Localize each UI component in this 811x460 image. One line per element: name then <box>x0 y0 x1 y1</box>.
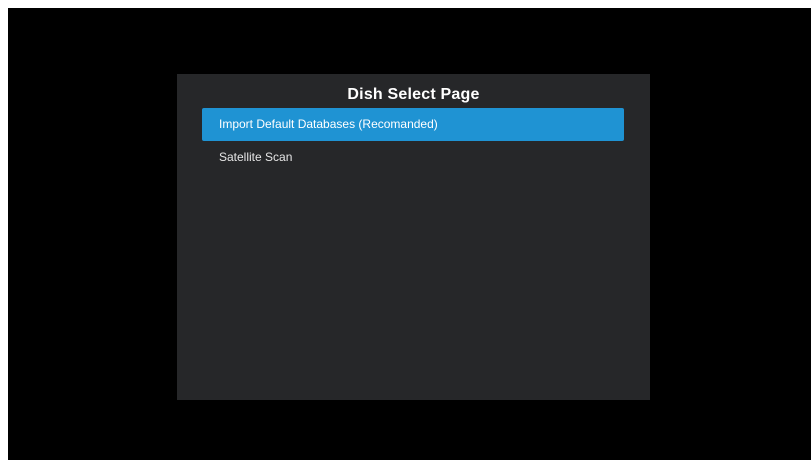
menu-item-satellite-scan[interactable]: Satellite Scan <box>202 141 624 174</box>
menu-item-label: Satellite Scan <box>219 150 293 164</box>
menu-item-import-default-databases[interactable]: Import Default Databases (Recomanded) <box>202 108 624 141</box>
dish-select-dialog: Dish Select Page Import Default Database… <box>177 74 650 400</box>
dish-select-menu: Import Default Databases (Recomanded) Sa… <box>202 108 624 174</box>
tv-screen: Dish Select Page Import Default Database… <box>8 8 811 460</box>
dialog-title: Dish Select Page <box>347 86 480 103</box>
menu-item-label: Import Default Databases (Recomanded) <box>219 117 438 131</box>
